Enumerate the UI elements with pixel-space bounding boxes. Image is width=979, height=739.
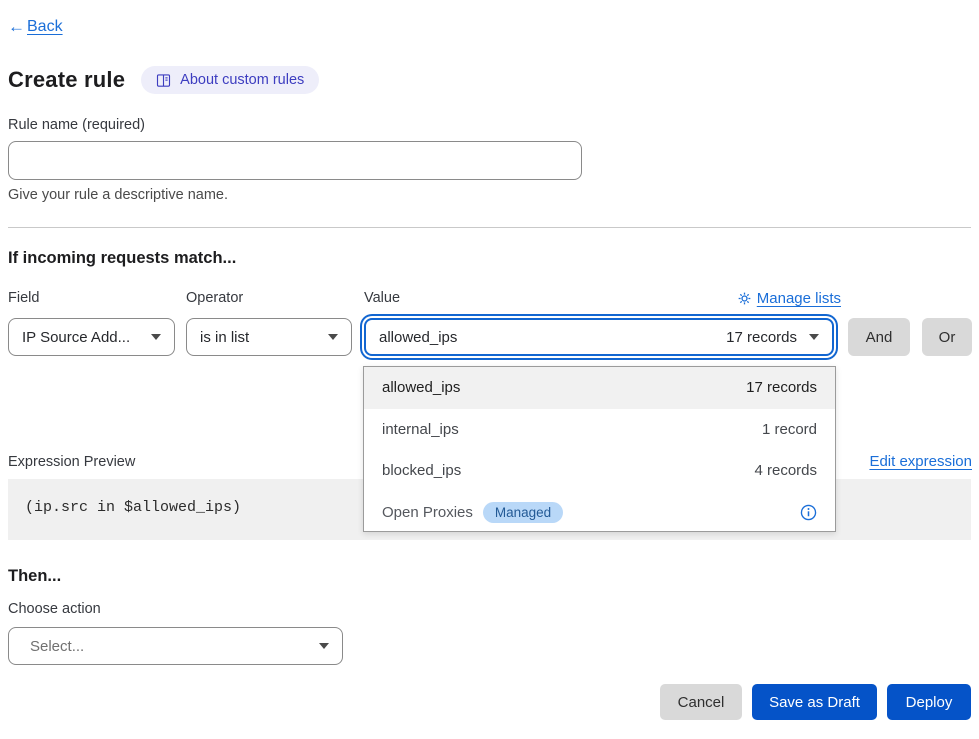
list-item-records: 1 record <box>762 421 817 438</box>
value-dropdown-panel: allowed_ips 17 records internal_ips 1 re… <box>363 366 836 532</box>
rule-name-helper: Give your rule a descriptive name. <box>8 187 228 203</box>
manage-lists-link[interactable]: Manage lists <box>738 290 841 307</box>
deploy-button[interactable]: Deploy <box>887 684 971 720</box>
field-select-value: IP Source Add... <box>22 329 139 346</box>
value-select[interactable]: allowed_ips 17 records <box>364 318 834 356</box>
list-item-allowed-ips[interactable]: allowed_ips 17 records <box>364 367 835 409</box>
cancel-button[interactable]: Cancel <box>660 684 742 720</box>
about-badge-label: About custom rules <box>180 72 304 88</box>
gear-icon <box>738 292 751 305</box>
action-select[interactable]: Select... <box>8 627 343 665</box>
section-divider <box>8 227 971 228</box>
expression-code: (ip.src in $allowed_ips) <box>25 499 241 516</box>
book-icon <box>156 73 171 88</box>
operator-label: Operator <box>186 290 243 306</box>
about-custom-rules-link[interactable]: About custom rules <box>141 66 319 94</box>
match-heading: If incoming requests match... <box>8 249 236 268</box>
list-item-open-proxies[interactable]: Open Proxies Managed <box>364 492 835 534</box>
field-select[interactable]: IP Source Add... <box>8 318 175 356</box>
list-item-name: Open Proxies <box>382 504 473 521</box>
value-label: Value <box>364 290 400 306</box>
chevron-down-icon <box>328 334 338 340</box>
value-select-records: 17 records <box>726 329 797 346</box>
action-select-placeholder: Select... <box>22 638 307 655</box>
rule-name-input[interactable] <box>8 141 582 180</box>
or-button[interactable]: Or <box>922 318 972 356</box>
managed-badge: Managed <box>483 502 563 523</box>
list-item-name: blocked_ips <box>382 462 754 479</box>
then-heading: Then... <box>8 567 61 586</box>
back-link[interactable]: ←Back <box>8 17 63 37</box>
title-row: Create rule About custom rules <box>8 66 319 94</box>
back-label: Back <box>27 18 63 36</box>
page-title: Create rule <box>8 67 125 93</box>
field-label: Field <box>8 290 39 306</box>
info-icon[interactable] <box>800 504 817 521</box>
rule-name-label: Rule name (required) <box>8 117 145 133</box>
save-as-draft-button[interactable]: Save as Draft <box>752 684 877 720</box>
list-item-name: internal_ips <box>382 421 762 438</box>
list-item-internal-ips[interactable]: internal_ips 1 record <box>364 409 835 451</box>
create-rule-page: ←Back Create rule About custom rules Rul… <box>0 0 979 739</box>
list-item-name: allowed_ips <box>382 379 746 396</box>
list-item-blocked-ips[interactable]: blocked_ips 4 records <box>364 450 835 492</box>
operator-select-value: is in list <box>200 329 316 346</box>
chevron-down-icon <box>319 643 329 649</box>
choose-action-label: Choose action <box>8 601 101 617</box>
operator-select[interactable]: is in list <box>186 318 352 356</box>
chevron-down-icon <box>809 334 819 340</box>
list-item-records: 4 records <box>754 462 817 479</box>
edit-expression-link[interactable]: Edit expression <box>869 453 972 470</box>
expression-preview-label: Expression Preview <box>8 454 135 470</box>
back-arrow-icon: ← <box>8 17 25 37</box>
and-button[interactable]: And <box>848 318 910 356</box>
list-item-records: 17 records <box>746 379 817 396</box>
manage-lists-label: Manage lists <box>757 290 841 307</box>
chevron-down-icon <box>151 334 161 340</box>
value-select-value: allowed_ips <box>379 329 714 346</box>
